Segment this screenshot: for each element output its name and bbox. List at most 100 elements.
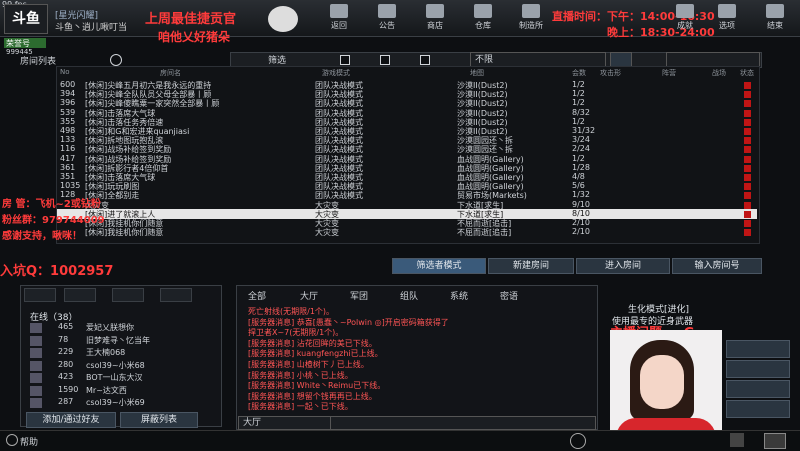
warehouse-icon bbox=[474, 4, 492, 18]
row-no: 498 bbox=[60, 126, 76, 135]
row-no: 539 bbox=[60, 107, 76, 117]
chat-input[interactable] bbox=[330, 416, 596, 430]
friend-item[interactable]: 229 王大楠068 bbox=[28, 347, 208, 359]
friend-item[interactable]: 78 旧梦难寻丶忆当年 bbox=[28, 335, 208, 347]
status-icon bbox=[744, 146, 751, 154]
filter-checkbox[interactable] bbox=[380, 55, 390, 65]
row-count: 1/2 bbox=[572, 153, 585, 163]
filter-mode-button[interactable]: 筛选者模式 bbox=[392, 258, 486, 274]
chat-channel-select[interactable]: 大厅 bbox=[238, 416, 334, 430]
mode-button[interactable] bbox=[726, 360, 790, 378]
panda-icon bbox=[268, 6, 298, 32]
status-icon bbox=[744, 220, 751, 227]
friend-item[interactable]: 280 csol39~小米68 bbox=[28, 360, 208, 372]
block-list-button[interactable]: 屏蔽列表 bbox=[120, 412, 198, 428]
calendar-icon[interactable] bbox=[730, 433, 744, 447]
avatar bbox=[30, 323, 42, 333]
enter-room-number-button[interactable]: 输入房间号 bbox=[672, 258, 762, 274]
row-no: 116 bbox=[60, 144, 76, 154]
col-header-status: 状态 bbox=[740, 69, 754, 77]
friend-item[interactable]: 423 BOT一山东大汉 bbox=[28, 372, 208, 384]
douyu-logo: 斗鱼 bbox=[4, 4, 48, 34]
mode-button[interactable] bbox=[726, 380, 790, 398]
streamer-face bbox=[640, 355, 684, 409]
nav-shop[interactable]: 商店 bbox=[418, 3, 452, 33]
new-room-button[interactable]: 新建房间 bbox=[488, 258, 574, 274]
mode-button[interactable] bbox=[726, 400, 790, 418]
row-no: 417 bbox=[60, 153, 76, 163]
row-mode: 大灾变 bbox=[315, 228, 339, 238]
chat-tab-lobby[interactable]: 大厅 bbox=[300, 289, 318, 302]
row-count: 1/2 bbox=[572, 98, 585, 108]
row-no: 394 bbox=[60, 89, 76, 99]
friend-level: 465 bbox=[58, 322, 74, 331]
row-count: 2/10 bbox=[572, 218, 590, 227]
friend-name: 王大楠068 bbox=[86, 348, 126, 357]
table-row[interactable]: [休闲]我挂机你们随意 大灾变 不屈而逝[追击] 2/10 bbox=[57, 227, 757, 237]
status-icon bbox=[744, 174, 751, 181]
nav-options[interactable]: 选项 bbox=[710, 3, 744, 33]
avatar bbox=[30, 373, 42, 383]
chat-message: [服务器消息] 小桃丶已上线。 bbox=[248, 370, 353, 380]
friends-tab[interactable] bbox=[24, 288, 56, 302]
row-count: 9/10 bbox=[572, 199, 590, 209]
col-header-attack: 攻击形 bbox=[600, 69, 621, 77]
overlay-thanks: 感谢支持，啾咪！ bbox=[2, 231, 82, 242]
status-icon bbox=[744, 137, 751, 145]
refresh-icon[interactable] bbox=[110, 54, 122, 66]
enter-room-button[interactable]: 进入房间 bbox=[576, 258, 670, 274]
chat-tab-clan[interactable]: 军团 bbox=[350, 289, 368, 302]
filter-checkbox[interactable] bbox=[340, 55, 350, 65]
nav-notice[interactable]: 公告 bbox=[370, 3, 404, 33]
row-no: 600 bbox=[60, 80, 76, 89]
status-icon bbox=[744, 100, 751, 108]
help-icon[interactable] bbox=[6, 434, 18, 446]
edit-tab[interactable] bbox=[160, 288, 192, 302]
friend-name: csol39~小米69 bbox=[86, 398, 145, 407]
chat-tab-system[interactable]: 系统 bbox=[450, 289, 468, 302]
chat-message: [服务器消息] 山楂树下丿已上线。 bbox=[248, 360, 369, 369]
avatar bbox=[30, 360, 42, 371]
nav-back[interactable]: 返回 bbox=[322, 3, 356, 33]
add-friend-button[interactable]: 添加/通过好友 bbox=[26, 412, 116, 428]
nav-warehouse[interactable]: 仓库 bbox=[466, 3, 500, 33]
group-tab[interactable] bbox=[64, 288, 96, 302]
status-icon bbox=[744, 109, 751, 117]
nav-exit[interactable]: 结束 bbox=[758, 3, 792, 33]
row-count: 3/24 bbox=[572, 135, 590, 145]
row-count: 1/32 bbox=[572, 190, 590, 200]
col-header-team: 阵营 bbox=[662, 69, 676, 77]
row-no: 361 bbox=[60, 162, 76, 172]
clan-tab[interactable] bbox=[112, 288, 144, 302]
row-count: 1/28 bbox=[572, 162, 590, 172]
settings-icon[interactable] bbox=[570, 433, 586, 449]
friend-item[interactable]: 465 爱妃乂朕想你 bbox=[28, 322, 208, 334]
friend-item[interactable]: 287 csol39~小米69 bbox=[28, 397, 208, 409]
chat-tab-all[interactable]: 全部 bbox=[248, 289, 266, 302]
col-header-battle: 战场 bbox=[712, 69, 726, 77]
nav-manufacture[interactable]: 制造所 bbox=[514, 3, 548, 33]
status-icon bbox=[744, 82, 751, 89]
chat-message: 捍卫者X~7(无期限/1个)。 bbox=[248, 328, 344, 338]
avatar bbox=[30, 335, 42, 346]
status-icon bbox=[744, 91, 751, 99]
power-icon bbox=[766, 4, 784, 18]
nav-achievement[interactable]: 成就 bbox=[668, 3, 702, 33]
friend-item[interactable]: 1590 Mr~达文西 bbox=[28, 385, 208, 397]
mode-button[interactable] bbox=[726, 340, 790, 358]
friend-name: csol39~小米68 bbox=[86, 360, 145, 370]
row-count: 8/32 bbox=[572, 107, 590, 117]
chat-tab-whisper[interactable]: 密语 bbox=[500, 289, 518, 302]
status-icon bbox=[744, 128, 751, 135]
help-label[interactable]: 帮助 bbox=[20, 435, 38, 448]
filter-checkbox[interactable] bbox=[420, 55, 430, 65]
row-count: 31/32 bbox=[572, 126, 596, 135]
friend-level: 280 bbox=[58, 359, 74, 369]
friend-name: 爱妃乂朕想你 bbox=[86, 323, 134, 332]
back-icon bbox=[330, 4, 348, 18]
chat-tab-team[interactable]: 组队 bbox=[400, 289, 418, 302]
row-count: 4/8 bbox=[572, 172, 585, 181]
room-subtitle: 斗鱼丶逍儿啾叮当 bbox=[55, 23, 128, 33]
filter-label: 筛选 bbox=[268, 56, 287, 66]
chat-message: [服务器消息] 沾花回眸的美已下线。 bbox=[248, 338, 377, 348]
